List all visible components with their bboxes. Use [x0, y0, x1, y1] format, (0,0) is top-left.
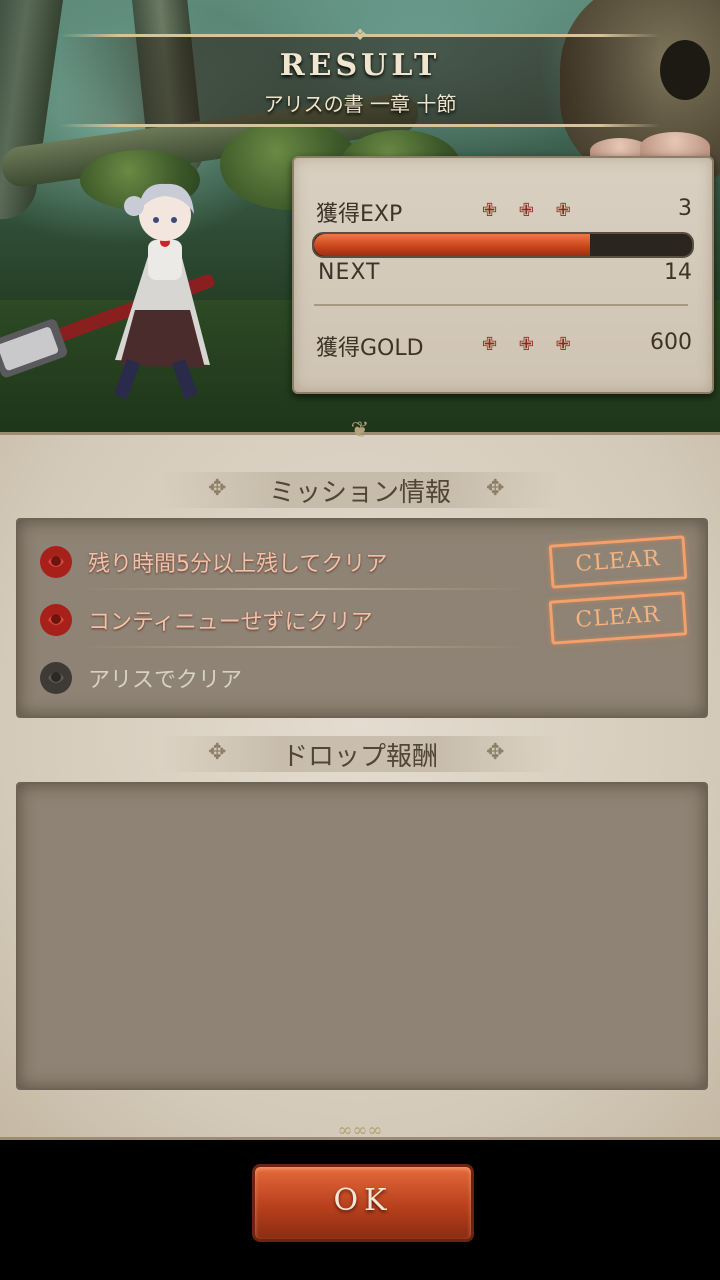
next-label: NEXT [318, 260, 381, 285]
rose-icon [40, 604, 72, 636]
mission-item: コンティニューせずにクリア CLEAR [18, 590, 706, 648]
drop-reward-list [16, 782, 708, 1090]
result-title: RESULT [279, 48, 441, 83]
mission-item: アリスでクリア [18, 648, 706, 706]
ok-button[interactable]: OK [252, 1164, 474, 1242]
mission-section-title: ミッション情報 [268, 478, 451, 508]
mission-label: アリスでクリア [88, 668, 243, 693]
cross-icon: ✙ ✙ ✙ [482, 200, 579, 221]
rose-icon [40, 662, 72, 694]
ornament-icon: ❖ [352, 25, 368, 44]
ornament-icon: ∞∞∞ [337, 1120, 383, 1141]
exp-progress-bar [312, 232, 694, 258]
exp-label: 獲得EXP [316, 202, 403, 227]
stats-divider [314, 304, 688, 306]
rose-icon [40, 546, 72, 578]
next-value: 14 [664, 260, 692, 285]
header-divider [60, 124, 660, 127]
clear-stamp: CLEAR [548, 591, 688, 645]
gold-value: 600 [650, 330, 692, 355]
character-sprite [0, 183, 215, 400]
cross-icon: ✙ ✙ ✙ [482, 334, 579, 355]
exp-progress-fill [314, 234, 590, 256]
mission-list: 残り時間5分以上残してクリア CLEAR コンティニューせずにクリア CLEAR… [16, 518, 708, 718]
result-stats-panel: 獲得EXP ✙ ✙ ✙ 3 NEXT 14 獲得GOLD ✙ ✙ ✙ 600 [292, 156, 714, 394]
stage-subtitle: アリスの書 一章 十節 [263, 92, 457, 116]
mission-item: 残り時間5分以上残してクリア CLEAR [18, 532, 706, 590]
mission-label: 残り時間5分以上残してクリア [88, 552, 388, 577]
mission-label: コンティニューせずにクリア [88, 610, 373, 635]
drop-section-title: ドロップ報酬 [281, 742, 438, 772]
ornament-icon: ❦ [350, 418, 370, 443]
clear-stamp: CLEAR [548, 535, 688, 589]
exp-value: 3 [678, 196, 692, 221]
gold-label: 獲得GOLD [316, 336, 424, 361]
